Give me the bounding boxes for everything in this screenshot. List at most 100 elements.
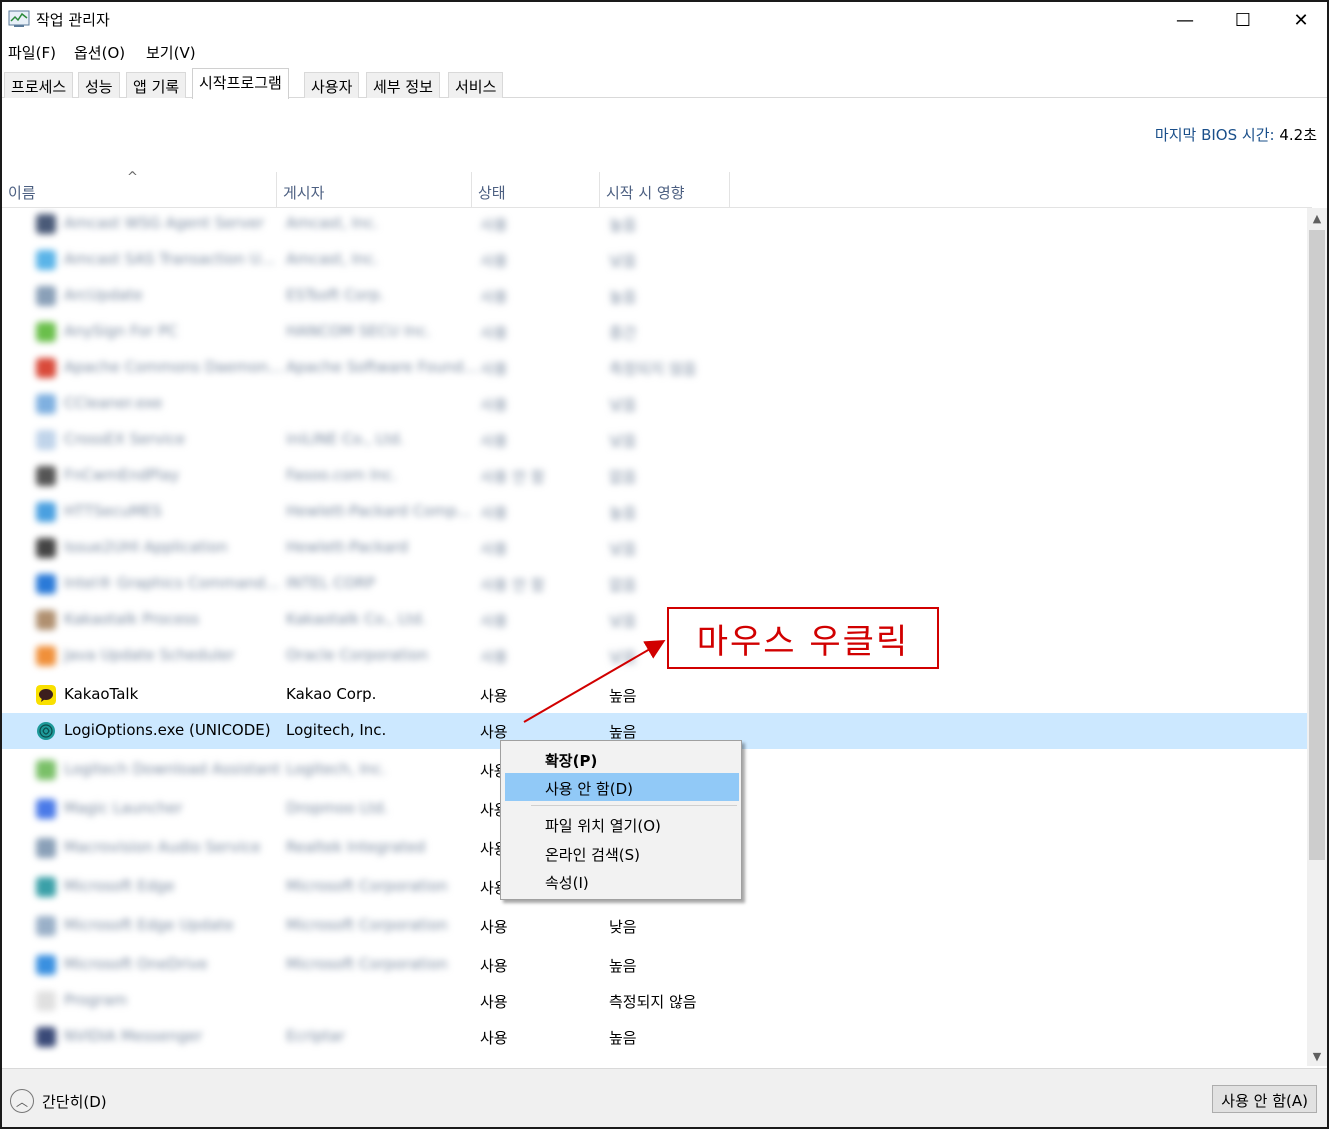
table-row[interactable]: Kakaotalk Process Kakaotalk Co., Ltd. 사용 낮음 bbox=[2, 602, 1310, 638]
tab-processes[interactable]: 프로세스 bbox=[4, 72, 74, 98]
scroll-down-icon[interactable]: ▼ bbox=[1307, 1046, 1327, 1066]
row-name: Apache Commons Daemon... bbox=[64, 358, 283, 376]
table-row[interactable]: Program 사용 측정되지 않음 bbox=[2, 983, 1310, 1019]
row-publisher: Oracle Corporation bbox=[286, 646, 429, 664]
row-publisher: Ecriptar bbox=[286, 1027, 345, 1045]
footer-bar: ︿ 간단히(D) 사용 안 함(A) bbox=[2, 1068, 1327, 1127]
row-publisher: Realtek Integrated bbox=[286, 838, 426, 856]
app-icon bbox=[36, 838, 56, 858]
tab-users[interactable]: 사용자 bbox=[304, 72, 360, 98]
maximize-button[interactable]: ☐ bbox=[1214, 2, 1272, 38]
row-status: 사용 bbox=[480, 288, 508, 306]
row-name: Logitech Download Assistant bbox=[64, 760, 281, 778]
table-row[interactable]: FnCwmEndPlay Fasoo.com Inc. 사용 안 함 없음 bbox=[2, 458, 1310, 494]
tab-services[interactable]: 서비스 bbox=[448, 72, 504, 98]
vertical-scrollbar[interactable]: ▲ ▼ bbox=[1307, 208, 1327, 1066]
fewer-details-link[interactable]: 간단히(D) bbox=[42, 1091, 107, 1112]
row-name: Program bbox=[64, 991, 128, 1009]
column-publisher[interactable]: 게시자 bbox=[277, 172, 472, 208]
ctx-open-file-location[interactable]: 파일 위치 열기(O) bbox=[505, 810, 739, 838]
row-status: 사용 bbox=[480, 396, 508, 414]
app-icon bbox=[36, 991, 56, 1011]
column-name[interactable]: ^ 이름 bbox=[2, 170, 277, 208]
table-row[interactable]: NVIDIA Messenger Ecriptar 사용 높음 bbox=[2, 1019, 1310, 1055]
row-publisher: Amcast, Inc. bbox=[286, 250, 379, 268]
app-icon bbox=[36, 1063, 56, 1066]
row-publisher: HANCOM SECU Inc. bbox=[286, 322, 431, 340]
ctx-expand[interactable]: 확장(P) bbox=[505, 745, 739, 773]
tab-startup[interactable]: 시작프로그램 bbox=[192, 68, 289, 99]
ctx-separator bbox=[531, 805, 737, 806]
table-row[interactable]: Amcast WSG Agent Server Amcast, Inc. 사용 높음 bbox=[2, 208, 1310, 242]
table-row[interactable]: KakaoTalk Kakao Corp. 사용 높음 bbox=[2, 677, 1310, 713]
table-row[interactable]: CCleaner.exe 사용 낮음 bbox=[2, 386, 1310, 422]
row-publisher: ESTsoft Corp. bbox=[286, 286, 385, 304]
ctx-properties[interactable]: 속성(I) bbox=[505, 867, 739, 895]
scroll-thumb[interactable] bbox=[1309, 230, 1325, 860]
row-name: AnySign For PC bbox=[64, 322, 178, 340]
app-icon bbox=[36, 538, 56, 558]
table-row[interactable]: Amcast SAS Transaction U... Amcast, Inc. 사… bbox=[2, 242, 1310, 278]
table-row[interactable]: Microsoft Edge Update Microsoft Corporati… bbox=[2, 908, 1310, 944]
app-icon bbox=[36, 646, 56, 666]
row-publisher: Fasoo.com Inc. bbox=[286, 466, 397, 484]
row-status: 사용 bbox=[480, 540, 508, 558]
table-row[interactable]: ArcUpdate ESTsoft Corp. 사용 높음 bbox=[2, 278, 1310, 314]
row-impact: 없음 bbox=[609, 576, 637, 594]
row-impact: 높음 bbox=[609, 216, 637, 234]
row-status: 사용 bbox=[480, 723, 508, 741]
row-status: 사용 bbox=[480, 432, 508, 450]
row-name: Issue2UHI Application bbox=[64, 538, 228, 556]
row-name: LogiOptions.exe (UNICODE) bbox=[64, 721, 271, 739]
row-name: Microsoft OneDrive bbox=[64, 955, 208, 973]
app-icon bbox=[36, 250, 56, 270]
row-impact: 낮음 bbox=[609, 918, 637, 936]
tab-app-history[interactable]: 앱 기록 bbox=[126, 72, 187, 98]
ctx-search-online[interactable]: 온라인 검색(S) bbox=[505, 839, 739, 867]
ctx-disable[interactable]: 사용 안 함(D) bbox=[505, 773, 739, 801]
table-row[interactable]: HTTSecuMES Hewlett-Packard Comp... 사용 높음 bbox=[2, 494, 1310, 530]
disable-button[interactable]: 사용 안 함(A) bbox=[1212, 1085, 1317, 1113]
row-name: KakaoTalk bbox=[64, 685, 139, 703]
column-header: ^ 이름 게시자 상태 시작 시 영향 bbox=[2, 170, 1312, 208]
tab-strip: 프로세스 성능 앱 기록 시작프로그램 사용자 세부 정보 서비스 bbox=[2, 68, 1327, 99]
app-icon bbox=[36, 916, 56, 936]
row-name: Microsoft Edge Update bbox=[64, 916, 234, 934]
menu-view[interactable]: 보기(V) bbox=[146, 42, 196, 63]
minimize-button[interactable]: — bbox=[1156, 2, 1214, 38]
task-manager-icon bbox=[8, 10, 30, 27]
column-status[interactable]: 상태 bbox=[472, 172, 600, 208]
table-row[interactable]: Apache Commons Daemon... Apache Software … bbox=[2, 350, 1310, 386]
table-row[interactable]: CrossEX Service iniLINE Co., Ltd. 사용 낮음 bbox=[2, 422, 1310, 458]
menu-file[interactable]: 파일(F) bbox=[8, 42, 56, 63]
table-row[interactable]: AnySign For PC HANCOM SECU Inc. 사용 중간 bbox=[2, 314, 1310, 350]
table-row[interactable]: Java Update Scheduler Oracle Corporation 사… bbox=[2, 638, 1310, 674]
row-name: Amcast SAS Transaction U... bbox=[64, 250, 275, 268]
row-publisher: Microsoft Corporation bbox=[286, 877, 448, 895]
scroll-up-icon[interactable]: ▲ bbox=[1307, 208, 1327, 228]
row-status: 사용 bbox=[480, 648, 508, 666]
close-button[interactable]: ✕ bbox=[1272, 2, 1327, 38]
row-impact: 없음 bbox=[609, 1063, 637, 1066]
row-status: 사용 안 함 bbox=[480, 1063, 545, 1066]
tab-details[interactable]: 세부 정보 bbox=[366, 72, 440, 98]
row-status: 사용 bbox=[480, 957, 508, 975]
row-impact: 높음 bbox=[609, 957, 637, 975]
row-name: CCleaner.exe bbox=[64, 394, 163, 412]
chevron-up-icon[interactable]: ︿ bbox=[10, 1089, 34, 1113]
row-publisher: Dropmoo Ltd. bbox=[286, 799, 389, 817]
app-icon bbox=[36, 610, 56, 630]
row-name: Kakaotalk Process bbox=[64, 610, 200, 628]
table-row[interactable]: 사용 안 함 없음 bbox=[2, 1055, 1310, 1066]
table-row[interactable]: Issue2UHI Application Hewlett-Packard 사용 낮음 bbox=[2, 530, 1310, 566]
row-impact: 낮음 bbox=[609, 612, 637, 630]
row-publisher: Kakaotalk Co., Ltd. bbox=[286, 610, 427, 628]
row-status: 사용 bbox=[480, 687, 508, 705]
table-row[interactable]: Microsoft OneDrive Microsoft Corporation 사… bbox=[2, 947, 1310, 983]
row-publisher: Logitech, Inc. bbox=[286, 721, 387, 739]
menu-options[interactable]: 옵션(O) bbox=[74, 42, 125, 63]
column-startup-impact[interactable]: 시작 시 영향 bbox=[600, 172, 730, 208]
bios-value: 4.2초 bbox=[1279, 126, 1317, 144]
table-row[interactable]: Intel® Graphics Command... INTEL CORP 사용 안… bbox=[2, 566, 1310, 602]
tab-performance[interactable]: 성능 bbox=[78, 72, 120, 98]
